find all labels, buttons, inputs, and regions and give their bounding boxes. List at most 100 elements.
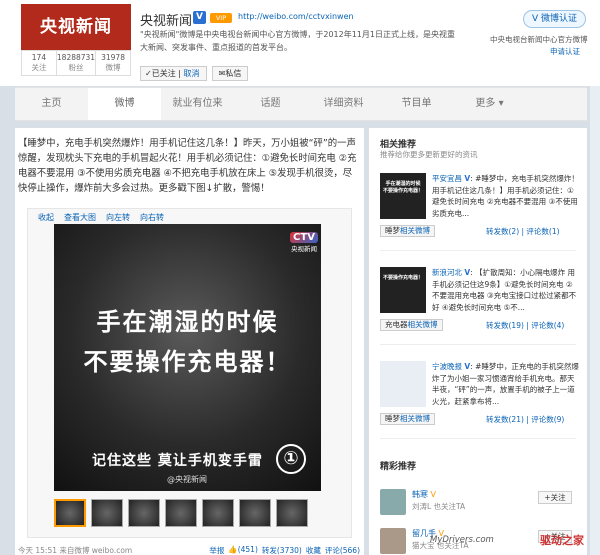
related-subtitle: 推荐给你更多更新更好的资讯 xyxy=(380,150,478,159)
followed-button[interactable]: ✓已关注 | 取消 xyxy=(140,66,207,81)
view-large-link[interactable]: 查看大图 xyxy=(64,212,96,223)
followed-label: 已关注 xyxy=(151,69,176,78)
featured-user-name[interactable]: 韩寒 V xyxy=(412,489,436,500)
featured-title: 精彩推荐 xyxy=(380,462,417,472)
site-watermark: MyDrivers.com xyxy=(430,535,494,545)
follow-button[interactable]: +关注 xyxy=(538,491,572,504)
tab-topics[interactable]: 话题 xyxy=(234,88,307,120)
collapse-link[interactable]: 收起 xyxy=(38,212,54,223)
comment-count[interactable]: 评论数(9) xyxy=(531,415,564,424)
tag-rest: 相关微博 xyxy=(400,414,430,423)
related-thumb-text: 不要操作充电器！ xyxy=(383,275,424,281)
related-thumb[interactable]: 手在潮湿的时候 不要操作充电器！ xyxy=(380,173,426,219)
comment-link[interactable]: 评论(566) xyxy=(325,545,360,555)
related-text: 平安宜昌 V: #睡梦中，充电手机突然爆炸！用手机记住这几条！】用手机必须记住：… xyxy=(432,174,579,218)
brand-watermark: 驱动之家 xyxy=(540,534,584,547)
message-button[interactable]: ✉私信 xyxy=(212,66,248,81)
related-text: 新浪河北 V: 【扩散周知：小心隔电爆炸 用手机必须记住这9条】①避免长时间充电… xyxy=(432,268,577,312)
like-button[interactable]: 👍(451) xyxy=(228,545,258,555)
repost-link[interactable]: 转发(3730) xyxy=(262,545,302,555)
repost-count[interactable]: 转发数(21) xyxy=(486,415,524,424)
post-column: 【睡梦中，充电手机突然爆炸！用手机记住这几条！】昨天，万小姐被“砰”的一声惊醒，… xyxy=(15,128,364,555)
avatar[interactable] xyxy=(380,528,406,554)
cctv-logo-text: CTV xyxy=(290,232,318,243)
profile-description: "央视新闻"微博是中央电视台新闻中心官方微博，于2012年11月1日正式上线，是… xyxy=(140,30,455,52)
thumbnail[interactable] xyxy=(128,499,160,527)
featured-user-sub: 刘涛L 也关注TA xyxy=(412,502,466,511)
stat-posts[interactable]: 31978 微博 xyxy=(96,51,130,75)
stat-num: 18288731 xyxy=(56,53,96,62)
related-stats: 转发数(19) | 评论数(4) xyxy=(486,321,565,330)
avatar[interactable] xyxy=(380,489,406,515)
tab-schedule[interactable]: 节目单 xyxy=(380,88,453,120)
favorite-link[interactable]: 收藏 xyxy=(306,545,321,555)
verified-icon: V xyxy=(193,11,206,24)
tab-more[interactable]: 更多 ▾ xyxy=(453,88,526,120)
thumbnail[interactable] xyxy=(165,499,197,527)
thumbnail[interactable] xyxy=(91,499,123,527)
auth-label: 微博认证 xyxy=(541,14,578,24)
stat-num: 31978 xyxy=(101,53,125,62)
profile-logo: 央视新闻 xyxy=(21,4,131,50)
verified-icon: V xyxy=(531,14,541,24)
report-link[interactable]: 举报 xyxy=(209,545,224,555)
related-tag[interactable]: 充电器相关微博 xyxy=(380,319,443,331)
related-stats: 转发数(21) | 评论数(9) xyxy=(486,415,565,424)
related-thumb-text xyxy=(380,361,426,377)
tag-rest: 相关微博 xyxy=(400,226,430,235)
verified-icon: V xyxy=(464,174,471,183)
tab-jobs[interactable]: 就业有位来 xyxy=(161,88,234,120)
tag-rest: 相关微博 xyxy=(407,320,438,329)
related-user[interactable]: 宁波晚报 xyxy=(432,362,462,371)
tab-home[interactable]: 主页 xyxy=(15,88,88,120)
related-user[interactable]: 平安宜昌 xyxy=(432,174,462,183)
weibo-auth-button[interactable]: V 微博认证 xyxy=(523,10,586,28)
image-viewer: 收起 查看大图 向左转 向右转 CTV 央视新闻 手在潮湿的时候 不要操作充电器！… xyxy=(27,208,352,538)
verified-icon: V xyxy=(430,490,437,499)
tab-weibo[interactable]: 微博 xyxy=(88,88,161,120)
stat-label: 微博 xyxy=(105,63,121,72)
image-number: ① xyxy=(276,444,306,474)
related-user[interactable]: 新浪河北 xyxy=(432,268,462,277)
auth-description: 中央电视台新闻中心官方微博 xyxy=(490,35,588,44)
profile-url[interactable]: http://weibo.com/cctvxinwen xyxy=(238,12,354,21)
image-headline-2: 不要操作充电器！ xyxy=(83,348,292,376)
cctv-news-logo: CTV 央视新闻 xyxy=(290,232,318,262)
post-text: 【睡梦中，充电手机突然爆炸！用手机记住这几条！】昨天，万小姐被“砰”的一声惊醒，… xyxy=(18,138,357,194)
profile-nav: 主页 微博 就业有位来 话题 详细资料 节目单 更多 ▾ xyxy=(15,87,587,121)
divider xyxy=(380,438,576,439)
divider xyxy=(380,344,576,345)
stat-fans[interactable]: 18288731 粉丝 xyxy=(56,51,97,75)
tab-details[interactable]: 详细资料 xyxy=(307,88,380,120)
post-footer: 今天 15:51 来自微博 weibo.com 举报 👍(451) 转发(373… xyxy=(15,545,364,555)
verified-icon: V xyxy=(464,268,471,277)
apply-auth-link[interactable]: 申请认证 xyxy=(550,46,580,57)
thumbnail[interactable] xyxy=(202,499,234,527)
like-count: (451) xyxy=(237,545,258,554)
thumbnail-strip xyxy=(54,499,308,527)
related-tag[interactable]: 睡梦相关微博 xyxy=(380,413,435,425)
tag-keyword: 睡梦 xyxy=(385,414,400,423)
related-thumb[interactable] xyxy=(380,361,426,407)
stat-following[interactable]: 174 关注 xyxy=(22,51,57,75)
post-image[interactable]: CTV 央视新闻 手在潮湿的时候 不要操作充电器！ 记住这些 莫让手机变手雷 ① … xyxy=(54,224,321,491)
sidebar: 相关推荐 推荐给你更多更新更好的资讯 手在潮湿的时候 不要操作充电器！ 平安宜昌… xyxy=(369,128,587,555)
thumbnail[interactable] xyxy=(276,499,308,527)
related-text: 宁波晚报 V: #睡梦中，正充电的手机突然爆炸了为小姐一家习惯通宵给手机充电。那… xyxy=(432,362,579,406)
comment-count[interactable]: 评论数(4) xyxy=(531,321,564,330)
thumbnail[interactable] xyxy=(239,499,271,527)
profile-name: 央视新闻 xyxy=(140,14,193,29)
rotate-left-link[interactable]: 向左转 xyxy=(106,212,130,223)
stat-num: 174 xyxy=(31,53,47,62)
image-headline-1: 手在潮湿的时候 xyxy=(96,308,279,336)
comment-count[interactable]: 评论数(1) xyxy=(526,227,559,236)
repost-count[interactable]: 转发数(19) xyxy=(486,321,524,330)
cancel-follow-link[interactable]: 取消 xyxy=(183,69,199,78)
rotate-right-link[interactable]: 向右转 xyxy=(140,212,164,223)
profile-stats: 174 关注 18288731 粉丝 31978 微博 xyxy=(21,50,131,76)
image-tools: 收起 查看大图 向左转 向右转 xyxy=(38,212,164,223)
thumbnail[interactable] xyxy=(54,499,86,527)
repost-count[interactable]: 转发数(2) xyxy=(486,227,519,236)
related-thumb[interactable]: 不要操作充电器！ xyxy=(380,267,426,313)
related-tag[interactable]: 睡梦相关微博 xyxy=(380,225,435,237)
